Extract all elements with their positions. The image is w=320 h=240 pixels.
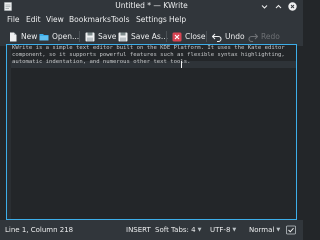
save-button[interactable]: Save (85, 30, 116, 43)
menu-file[interactable]: File (7, 15, 20, 24)
syntax-mode-label: Normal (249, 226, 275, 234)
syntax-mode-selector[interactable]: Normal ▼ (249, 226, 280, 234)
close-label: Close (185, 32, 206, 41)
save-as-icon (118, 32, 128, 41)
toolbar-separator (166, 31, 167, 42)
menu-tools[interactable]: Tools (111, 15, 129, 24)
window-title: Untitled * — KWrite (115, 1, 188, 10)
input-mode[interactable]: INSERT (126, 226, 151, 234)
status-bar: Line 1, Column 218 INSERT Soft Tabs: 4 ▼ … (0, 220, 303, 240)
close-button[interactable]: Close (172, 30, 205, 43)
text-line: KWrite is a simple text editor built on … (12, 45, 285, 51)
menu-settings[interactable]: Settings (136, 15, 167, 24)
chevron-down-icon: ▼ (232, 227, 237, 233)
text-line: automatic indentation, and numerous othe… (12, 59, 191, 65)
toolbar-separator (79, 31, 80, 42)
save-as-button[interactable]: Save As... (118, 30, 168, 43)
open-folder-icon (39, 33, 49, 40)
text-editor-area[interactable]: KWrite is a simple text editor built on … (6, 44, 297, 220)
save-label: Save (98, 32, 117, 41)
menu-edit[interactable]: Edit (26, 15, 41, 24)
redo-button[interactable]: Redo (248, 30, 280, 43)
menu-view[interactable]: View (46, 15, 64, 24)
menu-bar: File Edit View Bookmarks Tools Settings … (0, 13, 303, 27)
open-label: Open... (52, 32, 80, 41)
redo-icon (248, 33, 258, 42)
maximize-icon[interactable] (274, 2, 283, 11)
menu-help[interactable]: Help (169, 15, 186, 24)
tab-settings[interactable]: Soft Tabs: 4 ▼ (155, 226, 201, 234)
editor-text[interactable]: KWrite is a simple text editor built on … (12, 45, 285, 66)
redo-label: Redo (261, 32, 280, 41)
text-line: component, so it supports powerful featu… (12, 52, 285, 58)
new-label: New (21, 32, 38, 41)
toolbar-separator (206, 31, 207, 42)
undo-icon (212, 33, 222, 42)
new-document-icon (10, 32, 17, 41)
spell-check-icon[interactable] (286, 225, 296, 235)
chevron-down-icon: ▼ (276, 227, 281, 233)
undo-label: Undo (225, 32, 245, 41)
minimize-icon[interactable] (260, 2, 269, 11)
save-as-label: Save As... (131, 32, 168, 41)
close-window-icon[interactable] (288, 2, 297, 11)
text-cursor (181, 60, 182, 68)
tab-settings-label: Soft Tabs: 4 (155, 226, 196, 234)
chevron-down-icon: ▼ (197, 227, 202, 233)
close-document-icon (172, 32, 182, 41)
encoding-label: UTF-8 (210, 226, 231, 234)
undo-button[interactable]: Undo (212, 30, 245, 43)
menu-bookmarks[interactable]: Bookmarks (69, 15, 111, 24)
title-bar: Untitled * — KWrite (0, 0, 303, 13)
cursor-position[interactable]: Line 1, Column 218 (5, 226, 73, 234)
new-button[interactable]: New (8, 30, 37, 43)
save-icon (85, 32, 95, 41)
open-button[interactable]: Open... (39, 30, 79, 43)
icon-border (7, 45, 11, 219)
encoding-selector[interactable]: UTF-8 ▼ (210, 226, 236, 234)
